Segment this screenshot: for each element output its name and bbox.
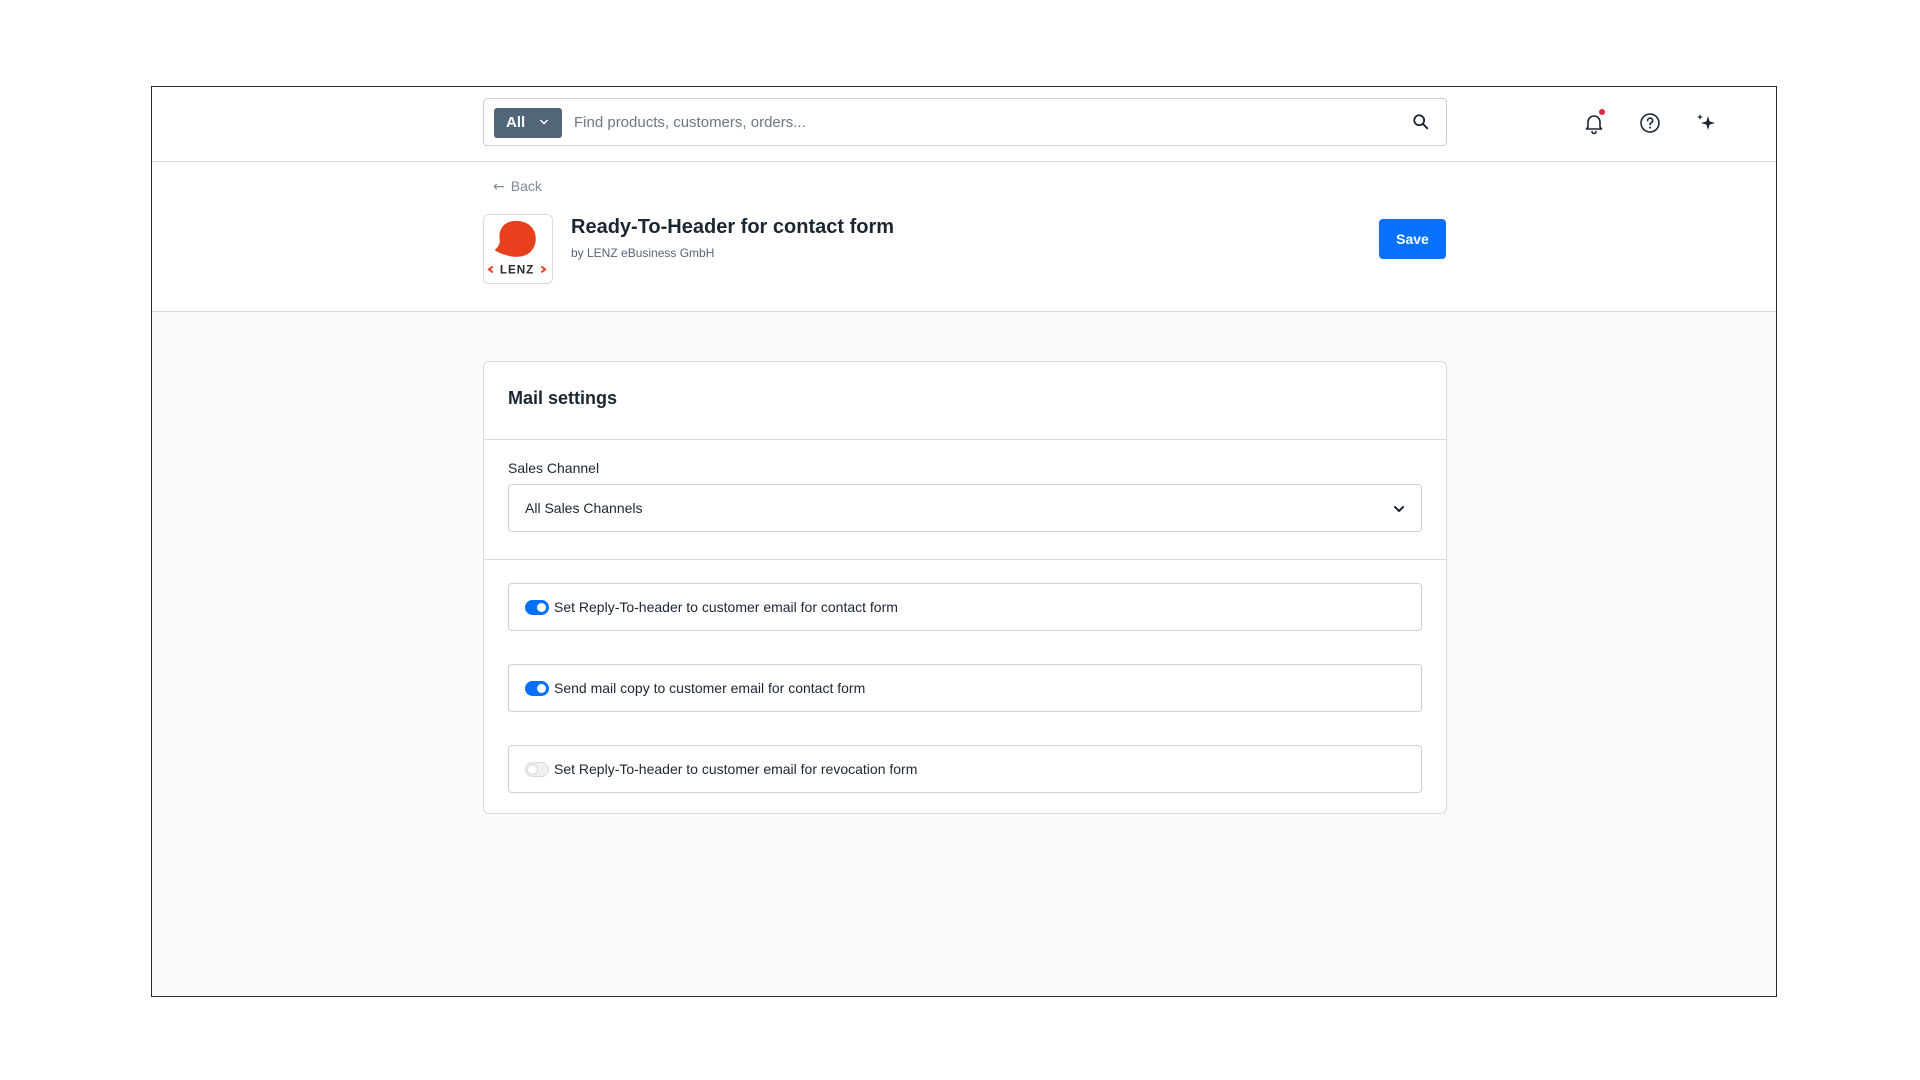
toggle-row-mail-copy-contact[interactable]: Send mail copy to customer email for con… <box>508 664 1422 712</box>
mail-copy-contact-toggle[interactable] <box>525 681 549 696</box>
toggle-knob <box>537 684 546 693</box>
reply-to-contact-toggle[interactable] <box>525 600 549 615</box>
page-title: Ready-To-Header for contact form <box>571 216 895 238</box>
chevron-down-icon <box>1394 506 1404 512</box>
global-search: All <box>483 98 1447 146</box>
back-label: Back <box>510 178 542 194</box>
toggle-label: Set Reply-To-header to customer email fo… <box>554 599 898 615</box>
sales-channel-label: Sales Channel <box>508 460 600 476</box>
mail-settings-card: Mail settings Sales Channel All Sales Ch… <box>483 361 1447 814</box>
app-header: ← Back LENZ Ready-To-Header for contact f… <box>152 162 1776 312</box>
toggle-row-reply-to-revocation[interactable]: Set Reply-To-header to customer email fo… <box>508 745 1422 793</box>
top-bar: All <box>152 87 1776 162</box>
toggle-label: Send mail copy to customer email for con… <box>554 680 866 696</box>
vendor-name: by LENZ eBusiness GmbH <box>571 246 715 260</box>
search-type-dropdown[interactable]: All <box>494 108 562 138</box>
save-button[interactable]: Save <box>1379 219 1446 259</box>
toggle-knob <box>528 765 537 774</box>
sparkles-icon <box>1697 114 1715 130</box>
arrow-left-icon: ← <box>493 179 505 195</box>
search-type-label: All <box>506 114 526 131</box>
search-input[interactable] <box>574 111 1374 133</box>
back-link[interactable]: ← Back <box>493 176 542 196</box>
lenz-logo: LENZ <box>487 220 547 276</box>
toggle-row-reply-to-contact[interactable]: Set Reply-To-header to customer email fo… <box>508 583 1422 631</box>
main-content: Mail settings Sales Channel All Sales Ch… <box>152 312 1776 996</box>
notification-dot <box>1599 109 1605 115</box>
logo-text: LENZ <box>500 263 534 276</box>
chevron-down-icon <box>540 119 548 125</box>
search-icon[interactable] <box>1412 113 1430 131</box>
card-header: Mail settings <box>484 362 1446 440</box>
card-title: Mail settings <box>508 388 618 408</box>
sales-channel-select[interactable]: All Sales Channels <box>508 484 1422 532</box>
sales-channel-section: Sales Channel All Sales Channels <box>484 440 1446 560</box>
app-logo: LENZ <box>483 214 553 284</box>
toggle-knob <box>537 603 546 612</box>
sales-channel-value: All Sales Channels <box>525 500 643 516</box>
ai-assistant-button[interactable] <box>1694 111 1718 135</box>
help-icon <box>1640 113 1660 133</box>
toggle-label: Set Reply-To-header to customer email fo… <box>554 761 918 777</box>
admin-window: All Find products, customers, orders... … <box>151 86 1777 997</box>
notifications-button[interactable] <box>1582 109 1606 135</box>
reply-to-revocation-toggle[interactable] <box>525 762 549 777</box>
help-button[interactable] <box>1638 111 1662 135</box>
